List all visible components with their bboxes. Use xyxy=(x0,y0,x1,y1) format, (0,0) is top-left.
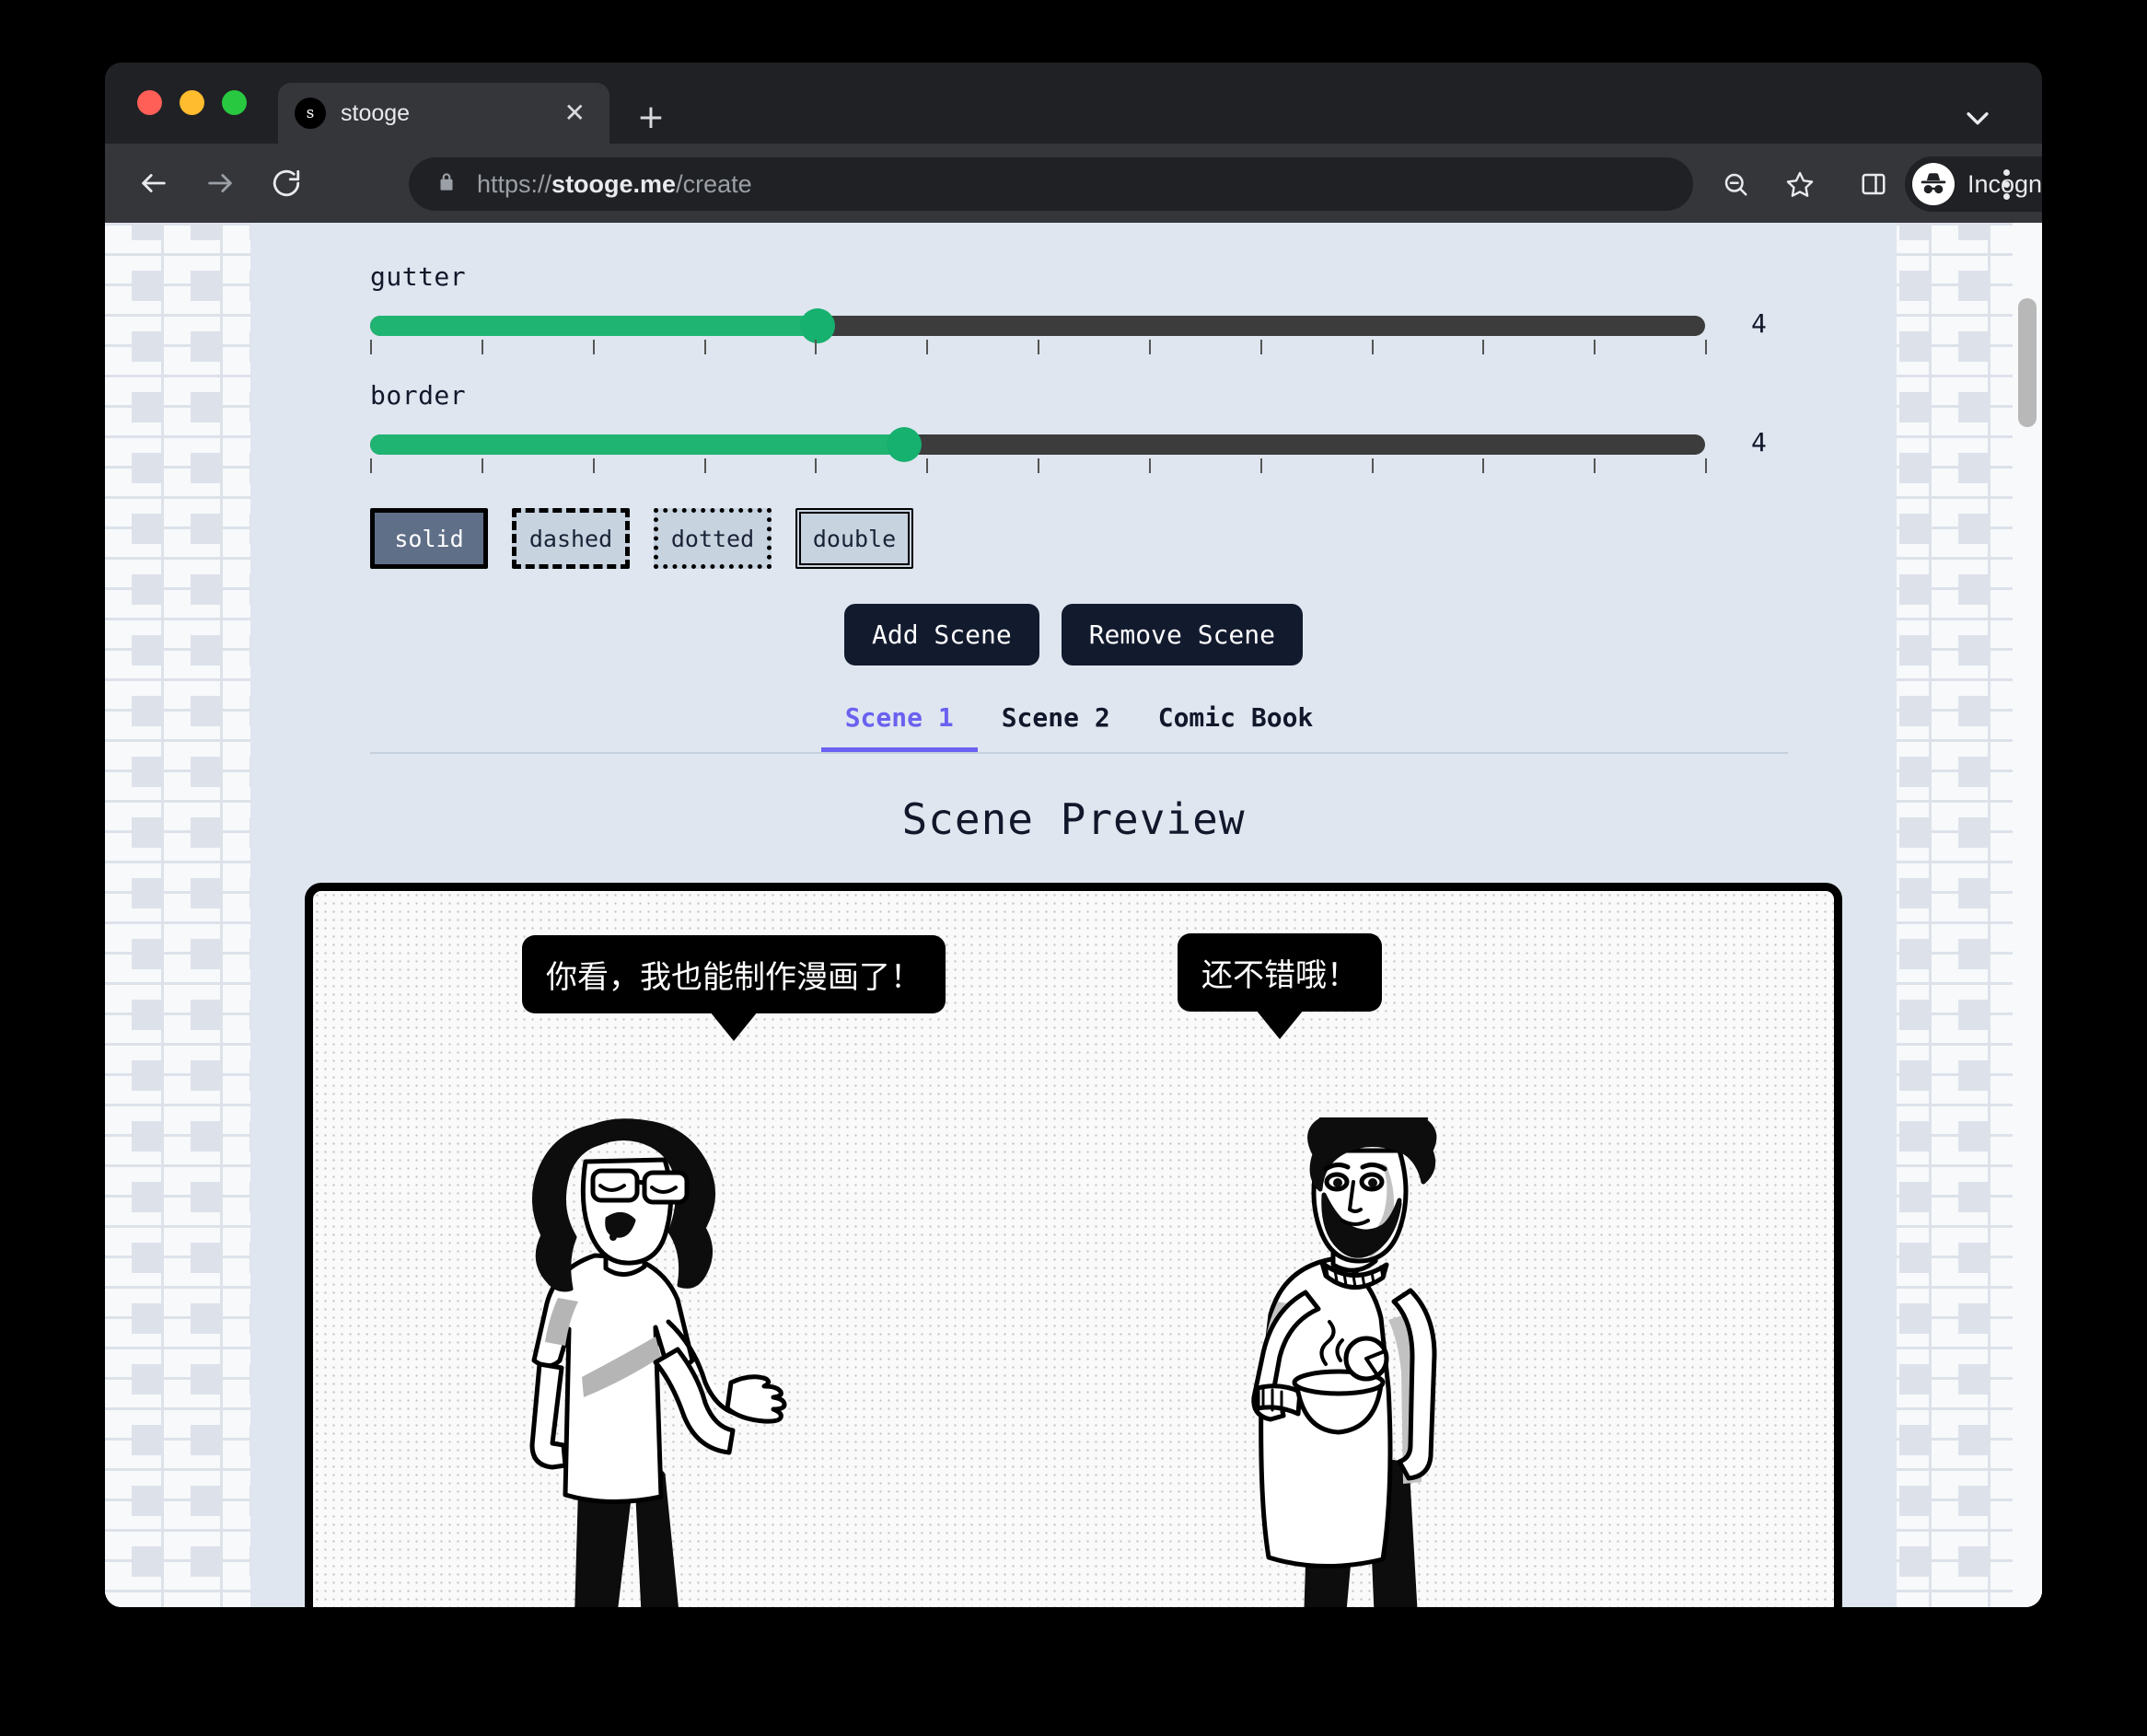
tab-strip: s stooge ✕ + xyxy=(105,63,2042,144)
gutter-slider-track[interactable] xyxy=(370,308,1705,343)
reload-icon[interactable] xyxy=(261,158,311,208)
border-style-dashed[interactable]: dashed xyxy=(512,508,630,569)
tab-comic-book[interactable]: Comic Book xyxy=(1134,693,1338,752)
tab-scene-1[interactable]: Scene 1 xyxy=(820,693,978,752)
page-content-column: gutter 4 border 4 solid dashed dotted do… xyxy=(250,223,1897,1607)
speech-bubble: 还不错哦！ xyxy=(1178,933,1382,1012)
border-value: 4 xyxy=(1751,427,1767,457)
scene-action-buttons: Add Scene Remove Scene xyxy=(250,604,1897,665)
page-viewport: gutter 4 border 4 solid dashed dotted do… xyxy=(105,223,2042,1607)
tab-title: stooge xyxy=(341,99,411,126)
character-woman-with-glasses xyxy=(529,1118,787,1607)
gutter-label: gutter xyxy=(370,261,467,292)
forward-arrow-icon[interactable] xyxy=(195,158,245,208)
border-slider-track[interactable] xyxy=(370,427,1705,462)
speech-bubble: 你看，我也能制作漫画了！ xyxy=(522,935,946,1013)
tab-scene-2[interactable]: Scene 2 xyxy=(978,693,1134,752)
page-scrollbar[interactable] xyxy=(2013,223,2042,1607)
comic-cell-2: 还不错哦！ xyxy=(1074,891,1834,1607)
comic-cell-1: 你看，我也能制作漫画了！ xyxy=(313,891,1074,1607)
character-bearded-man-with-bowl xyxy=(1251,1117,1437,1607)
address-bar[interactable]: https://stooge.me/create xyxy=(409,157,1693,211)
browser-tab[interactable]: s stooge ✕ xyxy=(278,83,609,144)
gutter-value: 4 xyxy=(1751,308,1767,339)
new-tab-icon[interactable]: + xyxy=(630,98,672,140)
lock-icon xyxy=(435,170,458,198)
browser-window: s stooge ✕ + https://stooge.me/create gu… xyxy=(105,63,2042,1607)
url-text: https://stooge.me/create xyxy=(477,169,752,198)
star-icon[interactable] xyxy=(1776,160,1824,208)
gutter-slider[interactable]: 4 xyxy=(370,305,1834,362)
comic-panel: 你看，我也能制作漫画了！ 还不错哦！ xyxy=(305,883,1842,1607)
page-title: Scene Preview xyxy=(901,794,1246,844)
close-tab-icon[interactable]: ✕ xyxy=(557,97,593,130)
three-dot-menu-icon[interactable] xyxy=(1985,160,2027,208)
border-style-options: solid dashed dotted double xyxy=(370,508,1897,569)
border-slider-ticks xyxy=(370,458,1707,475)
zoom-out-icon[interactable] xyxy=(1712,160,1759,208)
window-traffic-lights xyxy=(137,90,247,115)
scrollbar-thumb[interactable] xyxy=(2018,298,2037,427)
gutter-slider-ticks xyxy=(370,340,1707,356)
back-arrow-icon[interactable] xyxy=(129,158,179,208)
favicon-icon: s xyxy=(295,98,326,129)
minimize-window-button[interactable] xyxy=(180,90,204,115)
border-style-double[interactable]: double xyxy=(795,508,913,569)
gutter-slider-fill xyxy=(370,316,818,336)
add-scene-button[interactable]: Add Scene xyxy=(843,604,1039,665)
chevron-down-icon[interactable] xyxy=(1956,96,2000,140)
scene-tab-bar: Scene 1 Scene 2 Comic Book xyxy=(370,693,1788,754)
border-label: border xyxy=(370,380,467,411)
border-slider[interactable]: 4 xyxy=(370,423,1834,480)
border-style-solid[interactable]: solid xyxy=(370,508,488,569)
border-style-dotted[interactable]: dotted xyxy=(654,508,772,569)
border-slider-fill xyxy=(370,434,904,455)
close-window-button[interactable] xyxy=(137,90,162,115)
maximize-window-button[interactable] xyxy=(222,90,247,115)
gutter-slider-thumb[interactable] xyxy=(799,308,835,343)
browser-toolbar: https://stooge.me/create Incognito xyxy=(105,144,2042,223)
side-panel-icon[interactable] xyxy=(1850,160,1897,208)
remove-scene-button[interactable]: Remove Scene xyxy=(1061,604,1303,665)
border-slider-thumb[interactable] xyxy=(887,427,922,462)
incognito-hat-icon xyxy=(1912,163,1955,205)
